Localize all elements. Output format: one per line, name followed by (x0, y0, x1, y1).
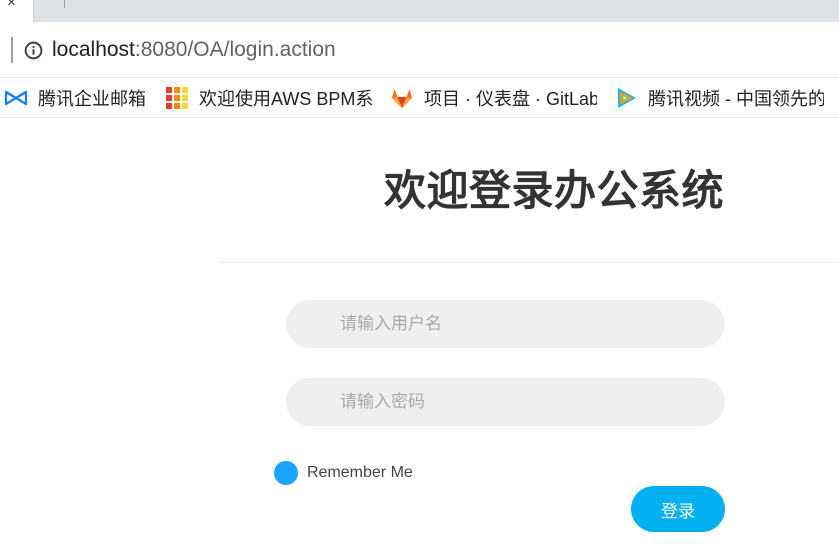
username-input[interactable] (286, 300, 725, 348)
tencent-video-icon (618, 88, 636, 108)
address-bar-edge (11, 37, 13, 63)
login-button[interactable]: 登录 (631, 486, 725, 532)
address-bar: localhost:8080/OA/login.action (0, 22, 839, 78)
page-title: 欢迎登录办公系统 (384, 167, 725, 214)
bookmark-label: 欢迎使用AWS BPM系 (199, 89, 373, 109)
url-host: localhost (52, 38, 135, 61)
tab-strip: × (0, 0, 839, 22)
gitlab-icon (392, 89, 412, 108)
remember-me-label: Remember Me (307, 464, 413, 481)
info-icon[interactable] (24, 41, 43, 60)
bookmark-gitlab[interactable]: 项目 · 仪表盘 · GitLab (390, 85, 597, 111)
remember-me-radio[interactable] (274, 461, 298, 485)
bookmark-label: 腾讯视频 - 中国领先的 (648, 89, 824, 109)
aws-grid-icon (166, 87, 188, 109)
divider (220, 262, 839, 263)
close-icon[interactable]: × (7, 0, 16, 12)
bookmark-tencent-mail[interactable]: 腾讯企业邮箱 (4, 85, 154, 111)
bookmark-tencent-video[interactable]: 腾讯视频 - 中国领先的 (614, 85, 824, 111)
bookmarks-bar: 腾讯企业邮箱 欢迎使用AWS BPM系 项目 · 仪表盘 · GitLab 腾讯… (0, 78, 839, 118)
password-input[interactable] (286, 378, 725, 426)
url-field[interactable]: localhost:8080/OA/login.action (52, 38, 336, 62)
tencent-mail-icon (4, 90, 28, 106)
remember-me-option[interactable]: Remember Me (274, 461, 413, 485)
active-tab[interactable]: × (0, 0, 34, 22)
bookmark-aws-bpm[interactable]: 欢迎使用AWS BPM系 (165, 85, 373, 111)
bookmark-label: 项目 · 仪表盘 · GitLab (424, 89, 597, 109)
bookmark-label: 腾讯企业邮箱 (38, 89, 146, 109)
tab-separator (64, 0, 65, 8)
url-path: :8080/OA/login.action (134, 38, 336, 61)
